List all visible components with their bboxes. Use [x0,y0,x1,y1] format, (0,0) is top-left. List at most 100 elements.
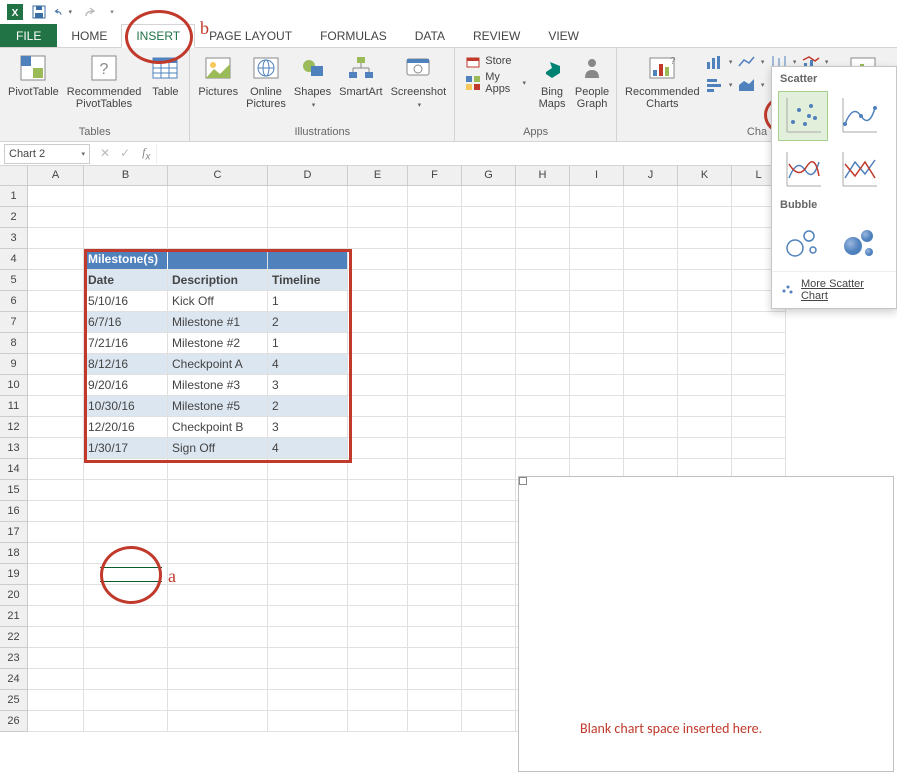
cell[interactable]: 6/7/16 [84,312,168,333]
cell[interactable] [408,711,462,732]
cell[interactable] [268,249,348,270]
cell[interactable] [462,291,516,312]
cell[interactable] [624,270,678,291]
screenshot-button[interactable]: Screenshot▾ [387,50,451,112]
cell[interactable]: 1 [268,291,348,312]
row-header-2[interactable]: 2 [0,207,28,228]
cell[interactable]: 1 [268,333,348,354]
cell[interactable] [168,711,268,732]
cell[interactable]: 4 [268,354,348,375]
cell[interactable] [516,270,570,291]
cell[interactable] [462,627,516,648]
store-button[interactable]: Store [461,50,530,72]
cell[interactable] [516,291,570,312]
cell[interactable] [28,459,84,480]
cell[interactable] [348,291,408,312]
cell[interactable] [348,627,408,648]
customize-qat-icon[interactable]: ▾ [102,3,120,21]
cell[interactable] [408,312,462,333]
tab-file[interactable]: FILE [0,24,57,47]
cell[interactable] [516,186,570,207]
col-header-E[interactable]: E [348,166,408,186]
cell[interactable] [462,186,516,207]
scatter-markers-only-button[interactable] [778,91,828,141]
cell[interactable] [462,501,516,522]
tab-formulas[interactable]: FORMULAS [306,24,401,47]
row-header-18[interactable]: 18 [0,543,28,564]
cell[interactable] [28,291,84,312]
cell[interactable]: Milestone #1 [168,312,268,333]
cell[interactable] [28,543,84,564]
cell[interactable] [408,333,462,354]
row-header-10[interactable]: 10 [0,375,28,396]
cell[interactable] [348,438,408,459]
cell[interactable] [678,375,732,396]
cell[interactable] [168,564,268,585]
recommended-charts-button[interactable]: ? Recommended Charts [621,50,704,112]
cell[interactable] [408,648,462,669]
cell[interactable] [28,354,84,375]
cell[interactable] [348,417,408,438]
fx-icon[interactable]: fx [142,145,150,162]
col-header-D[interactable]: D [268,166,348,186]
cell[interactable] [678,354,732,375]
cell[interactable] [28,627,84,648]
cell[interactable] [84,459,168,480]
cell[interactable] [28,480,84,501]
col-header-A[interactable]: A [28,166,84,186]
cell[interactable] [408,417,462,438]
cell[interactable] [28,228,84,249]
row-header-4[interactable]: 4 [0,249,28,270]
cell[interactable] [570,270,624,291]
row-header-9[interactable]: 9 [0,354,28,375]
cell[interactable] [348,648,408,669]
cell[interactable] [348,249,408,270]
cell[interactable] [348,585,408,606]
column-headers[interactable]: ABCDEFGHIJKLMNO [28,166,897,186]
cell[interactable] [168,627,268,648]
cell[interactable] [408,543,462,564]
cell[interactable] [168,543,268,564]
cell[interactable] [570,333,624,354]
cell[interactable] [462,480,516,501]
bubble-chart-button[interactable] [778,217,828,267]
cell[interactable] [462,375,516,396]
cell[interactable] [348,228,408,249]
cell[interactable]: 9/20/16 [84,375,168,396]
cell[interactable] [168,690,268,711]
cell[interactable] [570,396,624,417]
cell[interactable] [168,606,268,627]
cell[interactable] [348,354,408,375]
smartart-button[interactable]: SmartArt [335,50,386,100]
cell[interactable] [408,564,462,585]
cell[interactable] [462,438,516,459]
cell[interactable]: 1/30/17 [84,438,168,459]
cell[interactable] [678,228,732,249]
cell[interactable] [28,669,84,690]
cell[interactable] [462,333,516,354]
cell[interactable] [408,186,462,207]
row-header-23[interactable]: 23 [0,648,28,669]
scatter-smooth-lines-markers-button[interactable] [834,91,884,141]
cell[interactable] [84,606,168,627]
row-header-8[interactable]: 8 [0,333,28,354]
cell[interactable] [268,585,348,606]
cell[interactable] [84,627,168,648]
cell[interactable] [624,417,678,438]
cell[interactable]: Milestone #3 [168,375,268,396]
recommended-pivottables-button[interactable]: ? Recommended PivotTables [63,50,146,112]
cell[interactable] [408,249,462,270]
row-header-26[interactable]: 26 [0,711,28,732]
cell[interactable] [570,438,624,459]
insert-bar-chart-button[interactable]: ▾ [704,75,734,95]
cell[interactable] [348,669,408,690]
cell[interactable] [732,354,786,375]
cell[interactable]: 4 [268,438,348,459]
cell[interactable] [678,312,732,333]
cell[interactable] [408,270,462,291]
cell[interactable] [268,648,348,669]
cell[interactable] [268,669,348,690]
pictures-button[interactable]: Pictures [194,50,242,100]
cell[interactable] [84,501,168,522]
cell[interactable] [462,711,516,732]
